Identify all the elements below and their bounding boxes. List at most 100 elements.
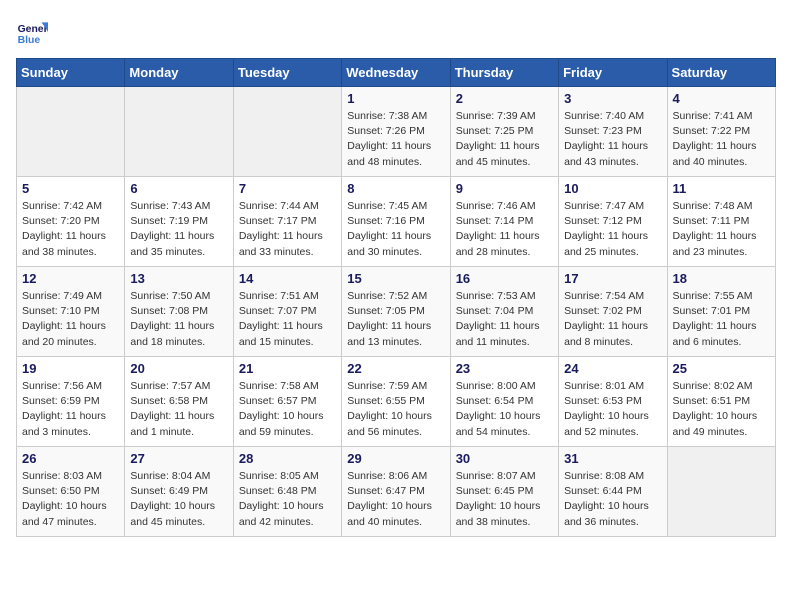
day-number: 9 xyxy=(456,181,553,196)
day-number: 25 xyxy=(673,361,770,376)
calendar-cell: 16Sunrise: 7:53 AM Sunset: 7:04 PM Dayli… xyxy=(450,267,558,357)
calendar-cell: 15 Sunrise: 7:52 AM Sunset: 7:05 PM Dayli… xyxy=(342,267,450,357)
calendar-week-4: 19 Sunrise: 7:56 AM Sunset: 6:59 PM Dayli… xyxy=(17,357,776,447)
calendar-week-1: 1 Sunrise: 7:38 AM Sunset: 7:26 PM Daylig… xyxy=(17,87,776,177)
calendar-cell: 17 Sunrise: 7:54 AM Sunset: 7:02 PM Dayli… xyxy=(559,267,667,357)
day-info: Sunrise: 7:39 AM Sunset: 7:25 PM Dayligh… xyxy=(456,109,553,170)
calendar-cell: 13 Sunrise: 7:50 AM Sunset: 7:08 PM Dayli… xyxy=(125,267,233,357)
day-number: 31 xyxy=(564,451,661,466)
day-info: Sunrise: 7:50 AM Sunset: 7:08 PM Dayligh… xyxy=(130,289,227,350)
calendar-cell: 9 Sunrise: 7:46 AM Sunset: 7:14 PM Daylig… xyxy=(450,177,558,267)
day-info: Sunrise: 7:55 AM Sunset: 7:01 PM Dayligh… xyxy=(673,289,770,350)
calendar-cell: 21 Sunrise: 7:58 AM Sunset: 6:57 PM Dayli… xyxy=(233,357,341,447)
calendar-table: SundayMondayTuesdayWednesdayThursdayFrid… xyxy=(16,58,776,537)
svg-text:Blue: Blue xyxy=(18,35,41,46)
day-info: Sunrise: 7:58 AM Sunset: 6:57 PM Dayligh… xyxy=(239,379,336,440)
weekday-header-friday: Friday xyxy=(559,59,667,87)
day-number: 24 xyxy=(564,361,661,376)
day-number: 11 xyxy=(673,181,770,196)
day-number: 23 xyxy=(456,361,553,376)
calendar-cell: 20Sunrise: 7:57 AM Sunset: 6:58 PM Dayli… xyxy=(125,357,233,447)
page-header: General Blue xyxy=(16,16,776,48)
calendar-cell: 5Sunrise: 7:42 AM Sunset: 7:20 PM Daylig… xyxy=(17,177,125,267)
day-number: 10 xyxy=(564,181,661,196)
calendar-cell: 12Sunrise: 7:49 AM Sunset: 7:10 PM Dayli… xyxy=(17,267,125,357)
calendar-week-5: 26 Sunrise: 8:03 AM Sunset: 6:50 PM Dayli… xyxy=(17,447,776,537)
weekday-header-thursday: Thursday xyxy=(450,59,558,87)
calendar-week-3: 12Sunrise: 7:49 AM Sunset: 7:10 PM Dayli… xyxy=(17,267,776,357)
day-number: 5 xyxy=(22,181,119,196)
day-number: 16 xyxy=(456,271,553,286)
day-info: Sunrise: 8:05 AM Sunset: 6:48 PM Dayligh… xyxy=(239,469,336,530)
day-number: 8 xyxy=(347,181,444,196)
day-info: Sunrise: 7:40 AM Sunset: 7:23 PM Dayligh… xyxy=(564,109,661,170)
calendar-cell: 11 Sunrise: 7:48 AM Sunset: 7:11 PM Dayli… xyxy=(667,177,775,267)
day-number: 20 xyxy=(130,361,227,376)
day-number: 12 xyxy=(22,271,119,286)
day-number: 29 xyxy=(347,451,444,466)
day-info: Sunrise: 8:01 AM Sunset: 6:53 PM Dayligh… xyxy=(564,379,661,440)
day-info: Sunrise: 7:59 AM Sunset: 6:55 PM Dayligh… xyxy=(347,379,444,440)
logo-icon: General Blue xyxy=(16,16,48,48)
calendar-cell: 30Sunrise: 8:07 AM Sunset: 6:45 PM Dayli… xyxy=(450,447,558,537)
calendar-cell: 2 Sunrise: 7:39 AM Sunset: 7:25 PM Daylig… xyxy=(450,87,558,177)
calendar-cell: 25Sunrise: 8:02 AM Sunset: 6:51 PM Dayli… xyxy=(667,357,775,447)
calendar-cell: 8 Sunrise: 7:45 AM Sunset: 7:16 PM Daylig… xyxy=(342,177,450,267)
calendar-cell: 6 Sunrise: 7:43 AM Sunset: 7:19 PM Daylig… xyxy=(125,177,233,267)
day-info: Sunrise: 8:08 AM Sunset: 6:44 PM Dayligh… xyxy=(564,469,661,530)
weekday-header-row: SundayMondayTuesdayWednesdayThursdayFrid… xyxy=(17,59,776,87)
calendar-week-2: 5Sunrise: 7:42 AM Sunset: 7:20 PM Daylig… xyxy=(17,177,776,267)
day-number: 1 xyxy=(347,91,444,106)
calendar-cell xyxy=(125,87,233,177)
calendar-cell: 14 Sunrise: 7:51 AM Sunset: 7:07 PM Dayli… xyxy=(233,267,341,357)
day-number: 2 xyxy=(456,91,553,106)
day-number: 21 xyxy=(239,361,336,376)
day-number: 26 xyxy=(22,451,119,466)
weekday-header-sunday: Sunday xyxy=(17,59,125,87)
day-info: Sunrise: 8:00 AM Sunset: 6:54 PM Dayligh… xyxy=(456,379,553,440)
day-number: 14 xyxy=(239,271,336,286)
calendar-cell: 26 Sunrise: 8:03 AM Sunset: 6:50 PM Dayli… xyxy=(17,447,125,537)
day-number: 13 xyxy=(130,271,227,286)
day-info: Sunrise: 7:45 AM Sunset: 7:16 PM Dayligh… xyxy=(347,199,444,260)
day-number: 27 xyxy=(130,451,227,466)
calendar-cell: 23 Sunrise: 8:00 AM Sunset: 6:54 PM Dayli… xyxy=(450,357,558,447)
day-number: 19 xyxy=(22,361,119,376)
calendar-cell: 28Sunrise: 8:05 AM Sunset: 6:48 PM Dayli… xyxy=(233,447,341,537)
day-info: Sunrise: 7:46 AM Sunset: 7:14 PM Dayligh… xyxy=(456,199,553,260)
day-number: 15 xyxy=(347,271,444,286)
day-info: Sunrise: 7:56 AM Sunset: 6:59 PM Dayligh… xyxy=(22,379,119,440)
day-info: Sunrise: 8:04 AM Sunset: 6:49 PM Dayligh… xyxy=(130,469,227,530)
day-info: Sunrise: 7:43 AM Sunset: 7:19 PM Dayligh… xyxy=(130,199,227,260)
calendar-cell: 24 Sunrise: 8:01 AM Sunset: 6:53 PM Dayli… xyxy=(559,357,667,447)
day-info: Sunrise: 7:44 AM Sunset: 7:17 PM Dayligh… xyxy=(239,199,336,260)
day-info: Sunrise: 7:48 AM Sunset: 7:11 PM Dayligh… xyxy=(673,199,770,260)
day-number: 6 xyxy=(130,181,227,196)
day-number: 30 xyxy=(456,451,553,466)
day-info: Sunrise: 8:06 AM Sunset: 6:47 PM Dayligh… xyxy=(347,469,444,530)
day-info: Sunrise: 7:47 AM Sunset: 7:12 PM Dayligh… xyxy=(564,199,661,260)
calendar-cell xyxy=(667,447,775,537)
calendar-cell: 19 Sunrise: 7:56 AM Sunset: 6:59 PM Dayli… xyxy=(17,357,125,447)
logo: General Blue xyxy=(16,16,52,48)
calendar-cell: 22Sunrise: 7:59 AM Sunset: 6:55 PM Dayli… xyxy=(342,357,450,447)
day-number: 17 xyxy=(564,271,661,286)
day-number: 18 xyxy=(673,271,770,286)
weekday-header-monday: Monday xyxy=(125,59,233,87)
day-number: 3 xyxy=(564,91,661,106)
day-info: Sunrise: 7:51 AM Sunset: 7:07 PM Dayligh… xyxy=(239,289,336,350)
weekday-header-wednesday: Wednesday xyxy=(342,59,450,87)
calendar-cell: 3 Sunrise: 7:40 AM Sunset: 7:23 PM Daylig… xyxy=(559,87,667,177)
calendar-cell: 10 Sunrise: 7:47 AM Sunset: 7:12 PM Dayli… xyxy=(559,177,667,267)
weekday-header-tuesday: Tuesday xyxy=(233,59,341,87)
day-info: Sunrise: 7:54 AM Sunset: 7:02 PM Dayligh… xyxy=(564,289,661,350)
calendar-cell: 29 Sunrise: 8:06 AM Sunset: 6:47 PM Dayli… xyxy=(342,447,450,537)
calendar-cell: 27 Sunrise: 8:04 AM Sunset: 6:49 PM Dayli… xyxy=(125,447,233,537)
day-info: Sunrise: 8:03 AM Sunset: 6:50 PM Dayligh… xyxy=(22,469,119,530)
day-number: 7 xyxy=(239,181,336,196)
day-info: Sunrise: 7:41 AM Sunset: 7:22 PM Dayligh… xyxy=(673,109,770,170)
weekday-header-saturday: Saturday xyxy=(667,59,775,87)
day-number: 4 xyxy=(673,91,770,106)
day-info: Sunrise: 7:38 AM Sunset: 7:26 PM Dayligh… xyxy=(347,109,444,170)
day-info: Sunrise: 7:52 AM Sunset: 7:05 PM Dayligh… xyxy=(347,289,444,350)
